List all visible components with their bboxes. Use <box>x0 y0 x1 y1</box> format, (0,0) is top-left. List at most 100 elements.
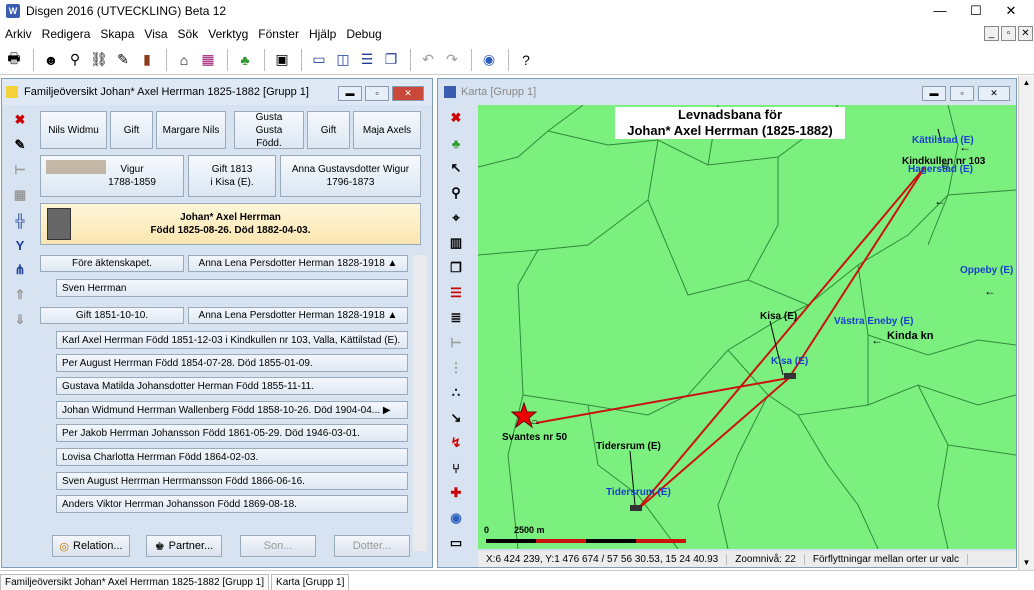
marriage-label-pre[interactable]: Före äktenskapet. <box>40 255 184 272</box>
place-label[interactable]: Västra Eneby (E) <box>834 316 913 327</box>
place-label[interactable]: Tidersrum (E) <box>606 487 671 498</box>
ruler-icon[interactable]: ▥ <box>445 232 467 254</box>
tree-icon[interactable]: ⊢ <box>445 332 467 354</box>
grid-icon[interactable]: ▦ <box>9 184 31 206</box>
place-label[interactable]: Kindkullen nr 103 <box>902 156 985 167</box>
grandparent-box[interactable]: Maja Axels <box>353 111 421 149</box>
mdi-close-button[interactable]: ✕ <box>1018 26 1033 41</box>
globe-icon[interactable]: ◉ <box>478 49 500 71</box>
place-label[interactable]: Oppeby (E) <box>960 265 1013 276</box>
red-route-icon[interactable]: ↯ <box>445 432 467 454</box>
map-minimize-button[interactable]: ▬ <box>922 86 946 101</box>
menu-debug[interactable]: Debug <box>341 27 386 41</box>
place-label[interactable]: Kättilstad (E) <box>912 135 974 146</box>
zoom-icon[interactable]: ⚲ <box>445 182 467 204</box>
parents-marriage-box[interactable]: Gift 1813 i Kisa (E). <box>188 155 276 197</box>
tab-family-overview[interactable]: Familjeöversikt Johan* Axel Herrman 1825… <box>0 574 270 590</box>
globe-icon[interactable]: ◉ <box>445 507 467 529</box>
map-restore-button[interactable]: ▫ <box>950 86 974 101</box>
copy-icon[interactable]: ❐ <box>445 257 467 279</box>
child-row[interactable]: Johan Widmund Herrman Wallenberg Född 18… <box>56 401 408 419</box>
delete-icon[interactable]: ✖ <box>9 109 31 131</box>
home-icon[interactable]: ⌂ <box>173 49 195 71</box>
grandparent-box[interactable]: Gusta Gusta Född. <box>234 111 304 149</box>
spouse-box[interactable]: Anna Lena Persdotter Herman 1828-1918 ▲ <box>188 255 408 272</box>
menu-sok[interactable]: Sök <box>173 27 204 41</box>
menu-arkiv[interactable]: Arkiv <box>0 27 37 41</box>
place-label[interactable]: Svantes nr 50 <box>502 432 567 443</box>
arrow-up-icon[interactable]: ⇑ <box>9 284 31 306</box>
mother-box[interactable]: Anna Gustavsdotter Wigur 1796-1873 <box>280 155 421 197</box>
close-button[interactable]: ✕ <box>988 0 1034 22</box>
marriage-label[interactable]: Gift 1851-10-10. <box>40 307 184 324</box>
place-label[interactable]: Kisa (E) <box>760 311 797 322</box>
dotter-button[interactable]: Dotter... <box>334 535 410 557</box>
father-box[interactable]: Vigur 1788-1859 <box>40 155 184 197</box>
layout-columns-icon[interactable]: ◫ <box>332 49 354 71</box>
main-person-box[interactable]: Johan* Axel Herrman Född 1825-08-26. Död… <box>40 203 421 245</box>
grandparent-box[interactable]: Nils Widmu <box>40 111 107 149</box>
redo-icon[interactable]: ↷ <box>441 49 463 71</box>
mdi-minimize-button[interactable]: _ <box>984 26 999 41</box>
child-row[interactable]: Per August Herrman Född 1854-07-28. Död … <box>56 354 408 372</box>
tab-map[interactable]: Karta [Grupp 1] <box>271 574 350 590</box>
print-icon[interactable]: 🖶 <box>3 49 25 71</box>
child-row[interactable]: Anders Viktor Herrman Johansson Född 186… <box>56 495 408 513</box>
delete-icon[interactable]: ✖ <box>445 107 467 129</box>
family-restore-button[interactable]: ▫ <box>365 86 389 101</box>
branch-icon[interactable]: ⑂ <box>445 457 467 479</box>
center-icon[interactable]: ✚ <box>445 482 467 504</box>
place-label[interactable]: Kisa (E) <box>771 356 808 367</box>
menu-redigera[interactable]: Redigera <box>37 27 96 41</box>
map-icon[interactable]: ♣ <box>234 49 256 71</box>
menu-visa[interactable]: Visa <box>139 27 172 41</box>
arrow-down-icon[interactable]: ⇓ <box>9 309 31 331</box>
menu-fonster[interactable]: Fönster <box>253 27 304 41</box>
frame-icon[interactable]: ▭ <box>445 532 467 554</box>
map-close-button[interactable]: ✕ <box>978 86 1010 101</box>
spouse-box[interactable]: Anna Lena Persdotter Herman 1828-1918 ▲ <box>188 307 408 324</box>
map-canvas[interactable]: ⌓ ⊜ ← ← ← ← Levnadsbana för Johan* Axel … <box>478 105 1016 549</box>
layout-rows-icon[interactable]: ☰ <box>356 49 378 71</box>
family-close-button[interactable]: ✕ <box>392 86 424 101</box>
menu-skapa[interactable]: Skapa <box>95 27 139 41</box>
undo-icon[interactable]: ↶ <box>417 49 439 71</box>
ancestors-icon[interactable]: Y <box>9 234 31 256</box>
grandparents-marriage-box[interactable]: Gift <box>110 111 153 149</box>
pointer-icon[interactable]: ↖ <box>445 157 467 179</box>
menu-verktyg[interactable]: Verktyg <box>203 27 253 41</box>
coordinates-icon[interactable]: ⌖ <box>445 207 467 229</box>
books-icon[interactable]: ▦ <box>197 49 219 71</box>
notes-icon[interactable]: ✎ <box>112 49 134 71</box>
list-icon[interactable]: ≣ <box>445 307 467 329</box>
partner-button[interactable]: ♚ Partner... <box>146 535 222 557</box>
person-icon[interactable]: ☻ <box>40 49 62 71</box>
child-row[interactable]: Gustava Matilda Johansdotter Herman Född… <box>56 377 408 395</box>
main-vertical-scrollbar[interactable]: ▲ ▼ <box>1018 76 1034 570</box>
tree-icon[interactable]: ⊢ <box>9 159 31 181</box>
layout-cascade-icon[interactable]: ❐ <box>380 49 402 71</box>
family-minimize-button[interactable]: ▬ <box>338 86 362 101</box>
grid-icon[interactable]: ⋮ <box>445 357 467 379</box>
book-icon[interactable]: ▮ <box>136 49 158 71</box>
menu-hjalp[interactable]: Hjälp <box>304 27 341 41</box>
grandparents-marriage-box[interactable]: Gift <box>307 111 350 149</box>
child-row[interactable]: Sven Herrman <box>56 279 408 297</box>
calendar-icon[interactable]: ▣ <box>271 49 293 71</box>
family-scrollbar[interactable] <box>413 255 427 551</box>
child-row[interactable]: Per Jakob Herrman Johansson Född 1861-05… <box>56 424 408 442</box>
relation-button[interactable]: ◎ Relation... <box>52 535 130 557</box>
child-row[interactable]: Lovisa Charlotta Herrman Född 1864-02-03… <box>56 448 408 466</box>
child-row[interactable]: Karl Axel Herrman Född 1851-12-03 i Kind… <box>56 331 408 349</box>
layers-icon[interactable]: ☰ <box>445 282 467 304</box>
map-icon[interactable]: ♣ <box>445 132 467 154</box>
dots-icon[interactable]: ∴ <box>445 382 467 404</box>
help-icon[interactable]: ? <box>515 49 537 71</box>
scroll-up-icon[interactable]: ▲ <box>1019 76 1034 90</box>
son-button[interactable]: Son... <box>240 535 316 557</box>
child-row[interactable]: Sven August Herrman Herrmansson Född 186… <box>56 472 408 490</box>
mdi-restore-button[interactable]: ▫ <box>1001 26 1016 41</box>
pedigree-icon[interactable]: ╬ <box>9 209 31 231</box>
descendants-icon[interactable]: ⋔ <box>9 259 31 281</box>
layout-single-icon[interactable]: ▭ <box>308 49 330 71</box>
